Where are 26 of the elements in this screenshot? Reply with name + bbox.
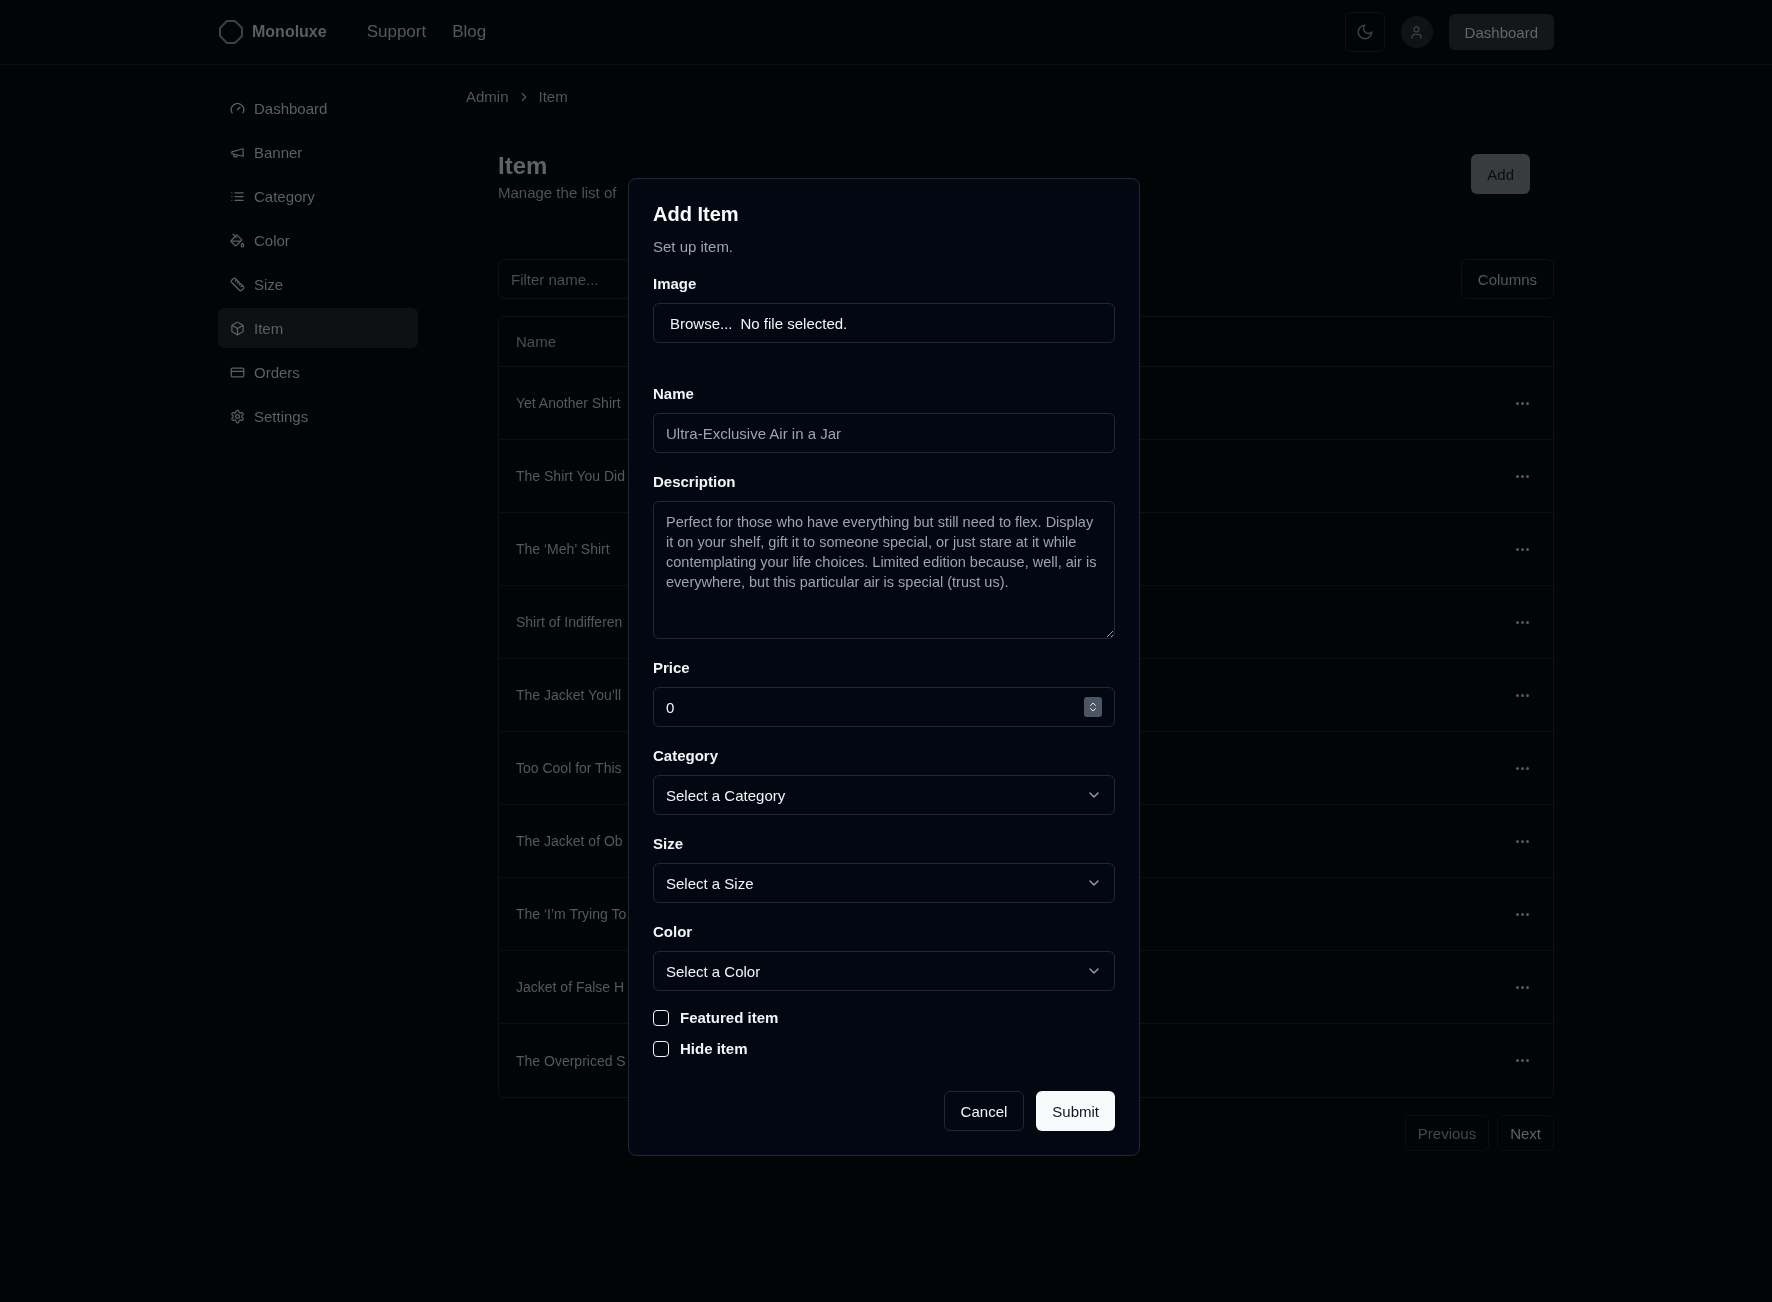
table-cell: Jacket of False H: [516, 979, 625, 995]
table-cell: The Jacket of Ob: [516, 833, 623, 849]
checkbox-label: Hide item: [680, 1040, 748, 1057]
table-cell: The ‘Meh’ Shirt: [516, 541, 610, 557]
column-header: Name: [516, 333, 556, 350]
brand-name: Monoluxe: [252, 23, 327, 41]
table-cell: Yet Another Shirt: [516, 395, 621, 411]
page-subtitle: Manage the list of: [498, 184, 617, 201]
table-cell: Too Cool for This: [516, 760, 622, 776]
table-cell: The Jacket You’ll: [516, 687, 622, 703]
breadcrumb-item: Item: [538, 88, 568, 105]
table-cell: The Shirt You Did: [516, 468, 625, 484]
checkbox-label: Featured item: [680, 1009, 779, 1026]
page-title: Item: [498, 152, 549, 180]
dialog-subtitle: Set up item.: [653, 238, 735, 255]
dialog-title: Add Item: [653, 203, 740, 226]
field-label: Image: [653, 275, 698, 292]
table-cell: The Overpriced S: [516, 1052, 626, 1069]
table-cell: The ‘I’m Trying To: [516, 906, 627, 922]
field-label: Description: [653, 473, 737, 490]
field-label: Category: [653, 747, 720, 764]
field-label: Color: [653, 923, 694, 940]
table-cell: Shirt of Indifferen: [516, 614, 623, 630]
field-label: Size: [653, 835, 684, 852]
field-label: Name: [653, 385, 695, 402]
field-label: Price: [653, 659, 691, 676]
